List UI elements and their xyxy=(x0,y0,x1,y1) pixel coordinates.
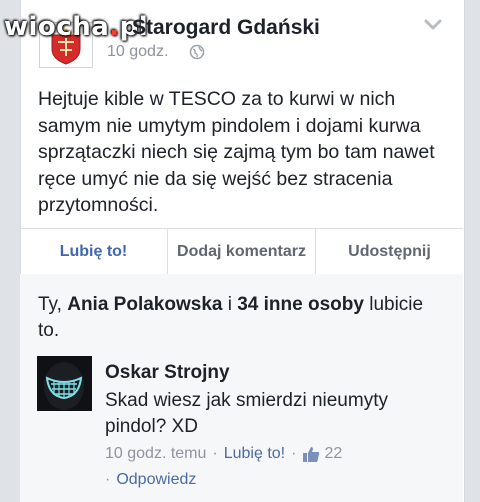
watermark-dot: . xyxy=(109,12,120,42)
page-name[interactable]: Starogard Gdański xyxy=(132,16,320,40)
separator: · xyxy=(291,445,297,462)
share-button[interactable]: Udostępnij xyxy=(316,229,463,274)
comment-like-link[interactable]: Lubię to! xyxy=(224,445,285,463)
chevron-down-icon[interactable] xyxy=(424,18,442,37)
post-timestamp[interactable]: 10 godz. xyxy=(107,43,168,61)
comment-like-count[interactable]: 22 xyxy=(324,445,342,463)
comment-button[interactable]: Dodaj komentarz xyxy=(168,229,316,274)
comment-text: Skad wiesz jak smierdzi nieumyty pindol?… xyxy=(105,390,388,437)
likes-summary[interactable]: Ty, Ania Polakowska i 34 inne osoby lubi… xyxy=(38,292,448,344)
watermark-main: wiocha xyxy=(4,12,110,42)
background-strip-left xyxy=(0,0,20,502)
watermark: wiocha.pl xyxy=(4,12,148,42)
separator: · xyxy=(212,445,218,462)
comment-author[interactable]: Oskar Strojny xyxy=(105,362,230,384)
thumbs-up-icon xyxy=(302,446,320,463)
likes-others[interactable]: 34 inne osoby xyxy=(237,294,364,315)
reply-row: · Odpowiedz xyxy=(105,471,196,489)
background-strip-right xyxy=(463,0,480,502)
likes-middle: i xyxy=(222,294,238,315)
separator: · xyxy=(105,471,111,488)
likes-prefix: Ty, xyxy=(38,294,68,315)
post-text: Hejtuje kible w TESCO za to kurwi w nich… xyxy=(38,88,435,216)
liker-name[interactable]: Ania Polakowska xyxy=(67,294,222,315)
like-button[interactable]: Lubię to! xyxy=(20,229,168,274)
masked-face-avatar-icon xyxy=(37,356,92,411)
post-actions: Lubię to! Dodaj komentarz Udostępnij xyxy=(20,228,463,275)
reply-link[interactable]: Odpowiedz xyxy=(116,471,196,489)
globe-icon xyxy=(189,44,205,65)
commenter-avatar[interactable] xyxy=(37,356,92,411)
comment-meta: 10 godz. temu · Lubię to! · 22 xyxy=(105,445,342,463)
comment-timestamp[interactable]: 10 godz. temu xyxy=(105,445,206,463)
